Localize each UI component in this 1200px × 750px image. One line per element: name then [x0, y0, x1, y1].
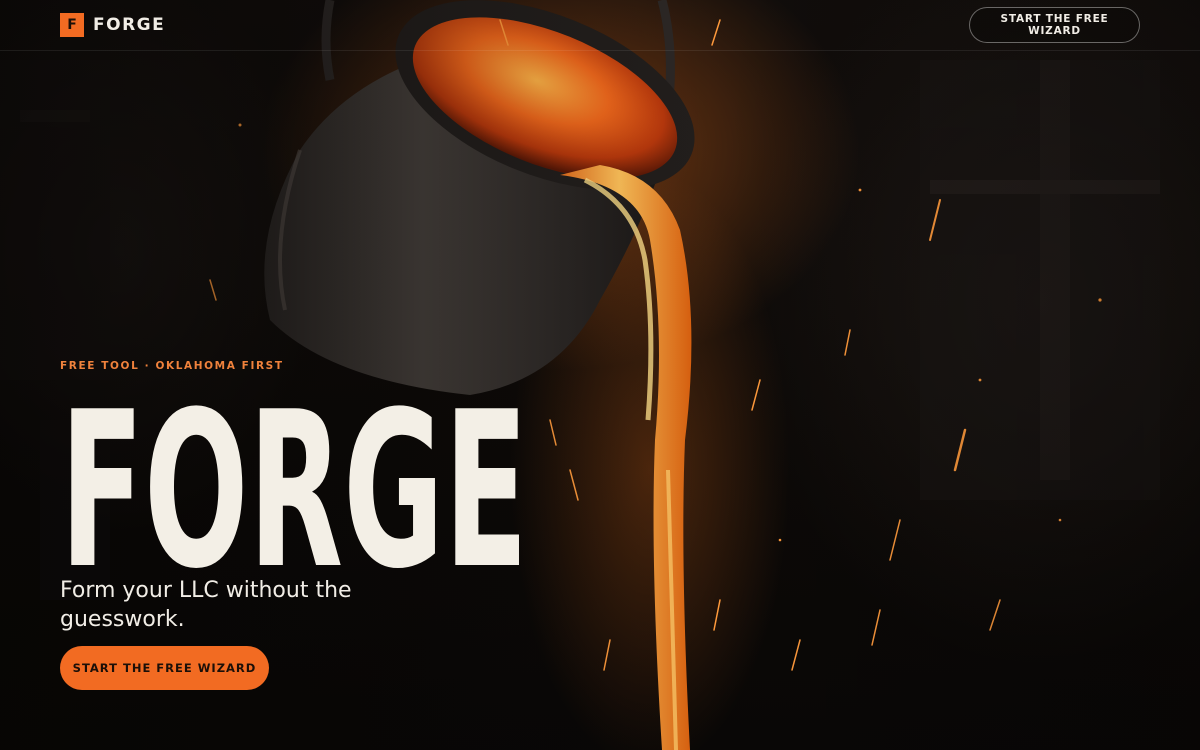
- hero-eyebrow: FREE TOOL · OKLAHOMA FIRST: [60, 360, 284, 372]
- top-nav: F FORGE START THE FREE WIZARD: [0, 0, 1200, 51]
- brand-logo-link[interactable]: F FORGE: [60, 13, 165, 37]
- brand-name: FORGE: [93, 15, 166, 35]
- nav-start-wizard-button[interactable]: START THE FREE WIZARD: [969, 7, 1140, 43]
- molten-metal-background-image: [0, 0, 1160, 750]
- hero-start-wizard-button[interactable]: START THE FREE WIZARD: [60, 646, 269, 690]
- landing-page: F FORGE START THE FREE WIZARD FREE TOOL …: [0, 0, 1200, 750]
- hero-subtitle: Form your LLC without the guesswork.: [60, 578, 352, 632]
- hero-title: FORGE: [60, 379, 528, 569]
- logo-mark: F: [60, 13, 84, 37]
- hero-title-text: FORGE: [60, 379, 528, 569]
